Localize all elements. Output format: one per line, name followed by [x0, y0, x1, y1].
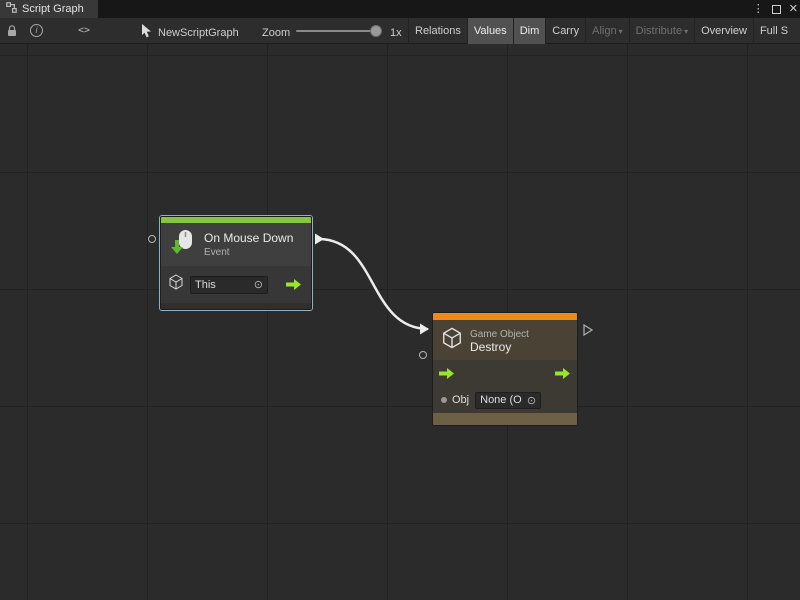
object-picker-icon[interactable]: ⊙ [254, 278, 263, 291]
obj-label: Obj [452, 394, 469, 406]
node-footer [433, 413, 577, 425]
object-picker-icon[interactable]: ⊙ [527, 394, 536, 407]
zoom-label: Zoom [262, 27, 290, 39]
connection-wire [0, 44, 800, 600]
chevron-down-icon: ▾ [619, 27, 623, 36]
relations-button[interactable]: Relations [408, 18, 467, 44]
node-destroy[interactable]: Game Object Destroy Obj None (O ⊙ [432, 312, 578, 426]
destroy-flow-out-port[interactable] [583, 323, 593, 341]
tab-title: Script Graph [22, 3, 84, 15]
menu-icon[interactable]: ⋮ [753, 0, 764, 18]
values-button[interactable]: Values [467, 18, 513, 44]
node-category: Game Object [470, 329, 529, 340]
target-object-field[interactable]: This ⊙ [190, 276, 268, 294]
zoom-slider-handle[interactable] [370, 25, 382, 37]
node-on-mouse-down[interactable]: On Mouse Down Event This ⊙ [160, 216, 312, 310]
graph-pointer-icon [141, 24, 153, 41]
code-view-icon[interactable]: <> [72, 22, 96, 40]
flow-input-port[interactable] [439, 368, 455, 379]
graph-name[interactable]: NewScriptGraph [158, 27, 239, 39]
obj-object-value: None (O [480, 394, 522, 406]
node-title: Destroy [470, 340, 529, 354]
zoom-value: 1x [390, 27, 402, 39]
info-icon[interactable]: i [30, 24, 43, 37]
distribute-button[interactable]: Distribute▾ [629, 18, 694, 44]
graph-canvas[interactable]: On Mouse Down Event This ⊙ [0, 44, 800, 600]
toolbar-buttons: Relations Values Dim Carry Align▾ Distri… [408, 18, 794, 44]
maximize-icon[interactable] [772, 5, 781, 14]
graph-toolbar: i <> NewScriptGraph Zoom 1x Relations Va… [0, 18, 800, 44]
dim-button[interactable]: Dim [513, 18, 546, 44]
target-object-value: This [195, 279, 216, 291]
overview-button[interactable]: Overview [694, 18, 753, 44]
mouse-down-event-icon [169, 228, 197, 261]
destroy-obj-port[interactable] [419, 351, 427, 359]
destroy-accent-bar [433, 313, 577, 320]
tab-script-graph[interactable]: Script Graph [0, 0, 98, 18]
obj-object-field[interactable]: None (O ⊙ [475, 392, 541, 409]
window-titlebar: Script Graph ⋮ ✕ [0, 0, 800, 18]
carry-button[interactable]: Carry [545, 18, 585, 44]
gameobject-cube-icon [168, 274, 184, 295]
script-graph-icon [6, 2, 17, 16]
node-title: On Mouse Down [204, 231, 293, 245]
gameobject-cube-icon [441, 327, 463, 354]
align-button[interactable]: Align▾ [585, 18, 628, 44]
chevron-down-icon: ▾ [684, 27, 688, 36]
close-icon[interactable]: ✕ [789, 0, 798, 18]
fullscreen-button[interactable]: Full S [753, 18, 794, 44]
event-target-port[interactable] [148, 235, 156, 243]
node-footer [161, 303, 311, 309]
value-port-dot [441, 397, 447, 403]
flow-output-port[interactable] [286, 279, 302, 290]
node-subtitle: Event [204, 247, 293, 258]
lock-icon[interactable] [6, 24, 18, 40]
flow-output-port[interactable] [555, 368, 571, 379]
